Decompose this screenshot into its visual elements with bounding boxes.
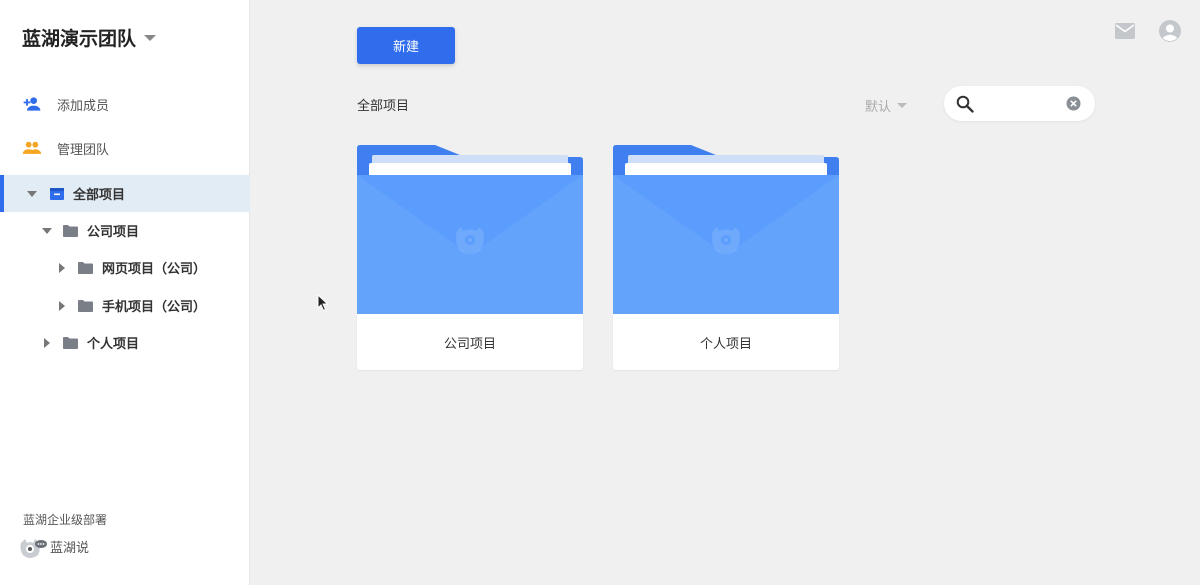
mouse-cursor-icon bbox=[317, 294, 329, 312]
archive-box-icon bbox=[50, 187, 64, 200]
team-switcher[interactable]: 蓝湖演示团队 bbox=[22, 24, 157, 51]
lanhu-logo-icon bbox=[20, 539, 47, 558]
search-icon bbox=[956, 95, 974, 113]
tree-item-personal-projects[interactable]: 个人项目 bbox=[0, 324, 250, 361]
search-box bbox=[944, 86, 1095, 121]
add-person-icon bbox=[23, 97, 41, 111]
enterprise-deploy-link[interactable]: 蓝湖企业级部署 bbox=[23, 511, 107, 528]
folder-icon bbox=[613, 145, 839, 315]
folder-icon bbox=[63, 224, 78, 237]
card-title: 个人项目 bbox=[699, 336, 752, 352]
tree-item-all-projects[interactable]: 全部项目 bbox=[0, 175, 250, 212]
chevron-down-icon[interactable] bbox=[41, 225, 53, 237]
folder-icon bbox=[63, 336, 78, 349]
tree-item-label: 公司项目 bbox=[87, 225, 140, 240]
folder-icon bbox=[78, 261, 93, 274]
add-member-label: 添加成员 bbox=[57, 98, 110, 114]
tree-item-label: 个人项目 bbox=[87, 337, 140, 352]
add-member-button[interactable]: 添加成员 bbox=[22, 94, 109, 114]
tree-item-label: 全部项目 bbox=[73, 188, 126, 203]
folder-icon bbox=[357, 145, 583, 315]
new-button[interactable]: 新建 bbox=[357, 27, 455, 64]
chevron-down-icon bbox=[144, 34, 157, 41]
section-title: 全部项目 bbox=[357, 99, 410, 114]
chevron-right-icon[interactable] bbox=[56, 262, 68, 274]
chevron-down-icon[interactable] bbox=[26, 188, 38, 200]
account-icon[interactable] bbox=[1158, 19, 1182, 43]
sidebar: 蓝湖演示团队 添加成员 管理团队 全部项目 公司项目 网页项目（公司） 手机项目… bbox=[0, 0, 250, 585]
tree-item-web-projects[interactable]: 网页项目（公司） bbox=[0, 249, 250, 286]
people-icon bbox=[22, 141, 42, 154]
sort-dropdown[interactable]: 默认 bbox=[865, 96, 908, 115]
search-input[interactable] bbox=[980, 96, 1060, 111]
tree-item-label: 网页项目（公司） bbox=[102, 262, 207, 277]
folder-icon bbox=[78, 299, 93, 312]
tree-item-company-projects[interactable]: 公司项目 bbox=[0, 212, 250, 249]
lanhu-says-label: 蓝湖说 bbox=[50, 541, 90, 556]
card-footer: 公司项目 bbox=[357, 314, 583, 370]
card-footer: 个人项目 bbox=[613, 314, 839, 370]
mail-icon[interactable] bbox=[1115, 23, 1135, 39]
manage-team-label: 管理团队 bbox=[57, 142, 110, 158]
tree-item-label: 手机项目（公司） bbox=[102, 300, 207, 315]
card-title: 公司项目 bbox=[443, 336, 496, 352]
chevron-right-icon[interactable] bbox=[41, 337, 53, 349]
tree-item-mobile-projects[interactable]: 手机项目（公司） bbox=[0, 287, 250, 324]
project-card-personal[interactable]: 个人项目 bbox=[613, 145, 839, 370]
lanhu-says-link[interactable]: 蓝湖说 bbox=[18, 537, 90, 558]
sort-label: 默认 bbox=[865, 100, 892, 115]
team-name: 蓝湖演示团队 bbox=[22, 28, 137, 50]
manage-team-button[interactable]: 管理团队 bbox=[22, 138, 109, 158]
chevron-right-icon[interactable] bbox=[56, 300, 68, 312]
clear-icon[interactable] bbox=[1066, 96, 1081, 111]
chevron-down-icon bbox=[897, 103, 908, 108]
project-card-company[interactable]: 公司项目 bbox=[357, 145, 583, 370]
